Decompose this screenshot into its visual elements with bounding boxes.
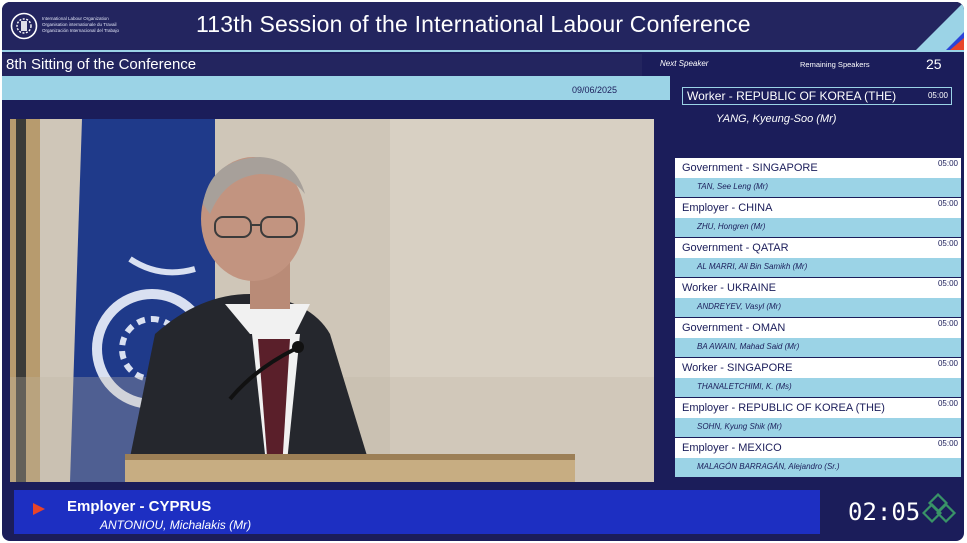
speaker-item: Government - SINGAPORE 05:00 TAN, See Le… (675, 158, 961, 197)
watermark-icon (922, 493, 957, 524)
current-speaker-name: ANTONIOU, Michalakis (Mr) (100, 518, 252, 532)
logo-line-es: Organización Internacional del Trabajo (42, 28, 120, 33)
speaker-item: Worker - UKRAINE 05:00 ANDREYEV, Vasyl (… (675, 278, 961, 317)
speaker-name: AL MARRI, Ali Bin Samikh (Mr) (697, 262, 808, 271)
speaker-time: 05:00 (937, 199, 958, 208)
remaining-speakers-label: Remaining Speakers (800, 60, 870, 69)
sitting-title: 8th Sitting of the Conference (6, 56, 197, 73)
ilo-emblem-icon (10, 12, 38, 40)
speaker-country: Worker - SINGAPORE (682, 362, 793, 374)
next-speaker-header: Next Speaker Remaining Speakers 25 (642, 54, 964, 76)
header: International Labour Organization Organi… (2, 2, 964, 52)
speaker-country: Employer - MEXICO (682, 442, 782, 454)
corner-accent (914, 2, 964, 52)
speaker-item: Employer - CHINA 05:00 ZHU, Hongren (Mr) (675, 198, 961, 237)
current-speaker-bar: Employer - CYPRUS ANTONIOU, Michalakis (… (10, 487, 960, 537)
speaker-name: TAN, See Leng (Mr) (697, 182, 768, 191)
speaker-time: 05:00 (937, 159, 958, 168)
speaker-item: Government - QATAR 05:00 AL MARRI, Ali B… (675, 238, 961, 277)
speaker-country: Employer - CHINA (682, 202, 773, 214)
speaker-name: ANDREYEV, Vasyl (Mr) (697, 302, 782, 311)
speaker-item: Worker - SINGAPORE 05:00 THANALETCHIMI, … (675, 358, 961, 397)
speakers-panel: Next Speaker Remaining Speakers 25 Worke… (642, 54, 964, 484)
date-strip: 09/06/2025 (2, 76, 670, 100)
logo-line-en: International Labour Organization (42, 16, 109, 21)
speaker-time: 05:00 (937, 399, 958, 408)
next-speaker-name: YANG, Kyeung-Soo (Mr) (716, 113, 837, 125)
speaker-time: 05:00 (937, 359, 958, 368)
video-feed (10, 119, 654, 482)
play-icon (33, 503, 45, 515)
speaker-name: BA AWAIN, Mahad Said (Mr) (697, 342, 800, 351)
current-speaker-band: Employer - CYPRUS ANTONIOU, Michalakis (… (14, 490, 820, 534)
speaker-country: Government - QATAR (682, 242, 789, 254)
speaker-name: SOHN, Kyung Shik (Mr) (697, 422, 782, 431)
speaker-item: Government - OMAN 05:00 BA AWAIN, Mahad … (675, 318, 961, 357)
sitting-bar: 8th Sitting of the Conference (2, 54, 642, 76)
speaker-item: Employer - MEXICO 05:00 MALAGÓN BARRAGÁN… (675, 438, 961, 477)
header-stripe (2, 50, 964, 52)
next-speaker-label: Next Speaker (660, 59, 709, 68)
speaker-country: Worker - UKRAINE (682, 282, 776, 294)
speaker-country: Government - OMAN (682, 322, 786, 334)
current-speaker-country: Employer - CYPRUS (67, 498, 212, 515)
speaker-time: 05:00 (937, 239, 958, 248)
speaker-name: MALAGÓN BARRAGÁN, Alejandro (Sr.) (697, 462, 840, 471)
speaker-video-image (10, 119, 654, 482)
logo-line-fr: Organisation internationale du Travail (42, 22, 117, 27)
next-speaker-country: Worker - REPUBLIC OF KOREA (THE) (687, 89, 897, 103)
conference-title: 113th Session of the International Labou… (196, 11, 751, 37)
date-label: 09/06/2025 (572, 85, 618, 95)
next-speaker-time: 05:00 (927, 91, 948, 100)
next-speaker-name-row: YANG, Kyeung-Soo (Mr) (682, 111, 952, 129)
speaker-country: Government - SINGAPORE (682, 162, 818, 174)
speaker-name: THANALETCHIMI, K. (Ms) (697, 382, 792, 391)
remaining-speakers-count: 25 (926, 56, 942, 72)
broadcast-frame: International Labour Organization Organi… (2, 2, 964, 541)
speaker-time: 05:00 (937, 439, 958, 448)
speaker-name: ZHU, Hongren (Mr) (697, 222, 766, 231)
speaking-timer: 02:05 (848, 498, 921, 526)
speaker-time: 05:00 (937, 279, 958, 288)
speaker-time: 05:00 (937, 319, 958, 328)
next-speaker-card: Worker - REPUBLIC OF KOREA (THE) 05:00 Y… (682, 87, 952, 143)
speaker-item: Employer - REPUBLIC OF KOREA (THE) 05:00… (675, 398, 961, 437)
next-speaker-country-row: Worker - REPUBLIC OF KOREA (THE) 05:00 (682, 87, 952, 105)
speaker-country: Employer - REPUBLIC OF KOREA (THE) (682, 402, 885, 414)
ilo-logo: International Labour Organization Organi… (10, 12, 160, 40)
speakers-list: Government - SINGAPORE 05:00 TAN, See Le… (674, 156, 962, 481)
